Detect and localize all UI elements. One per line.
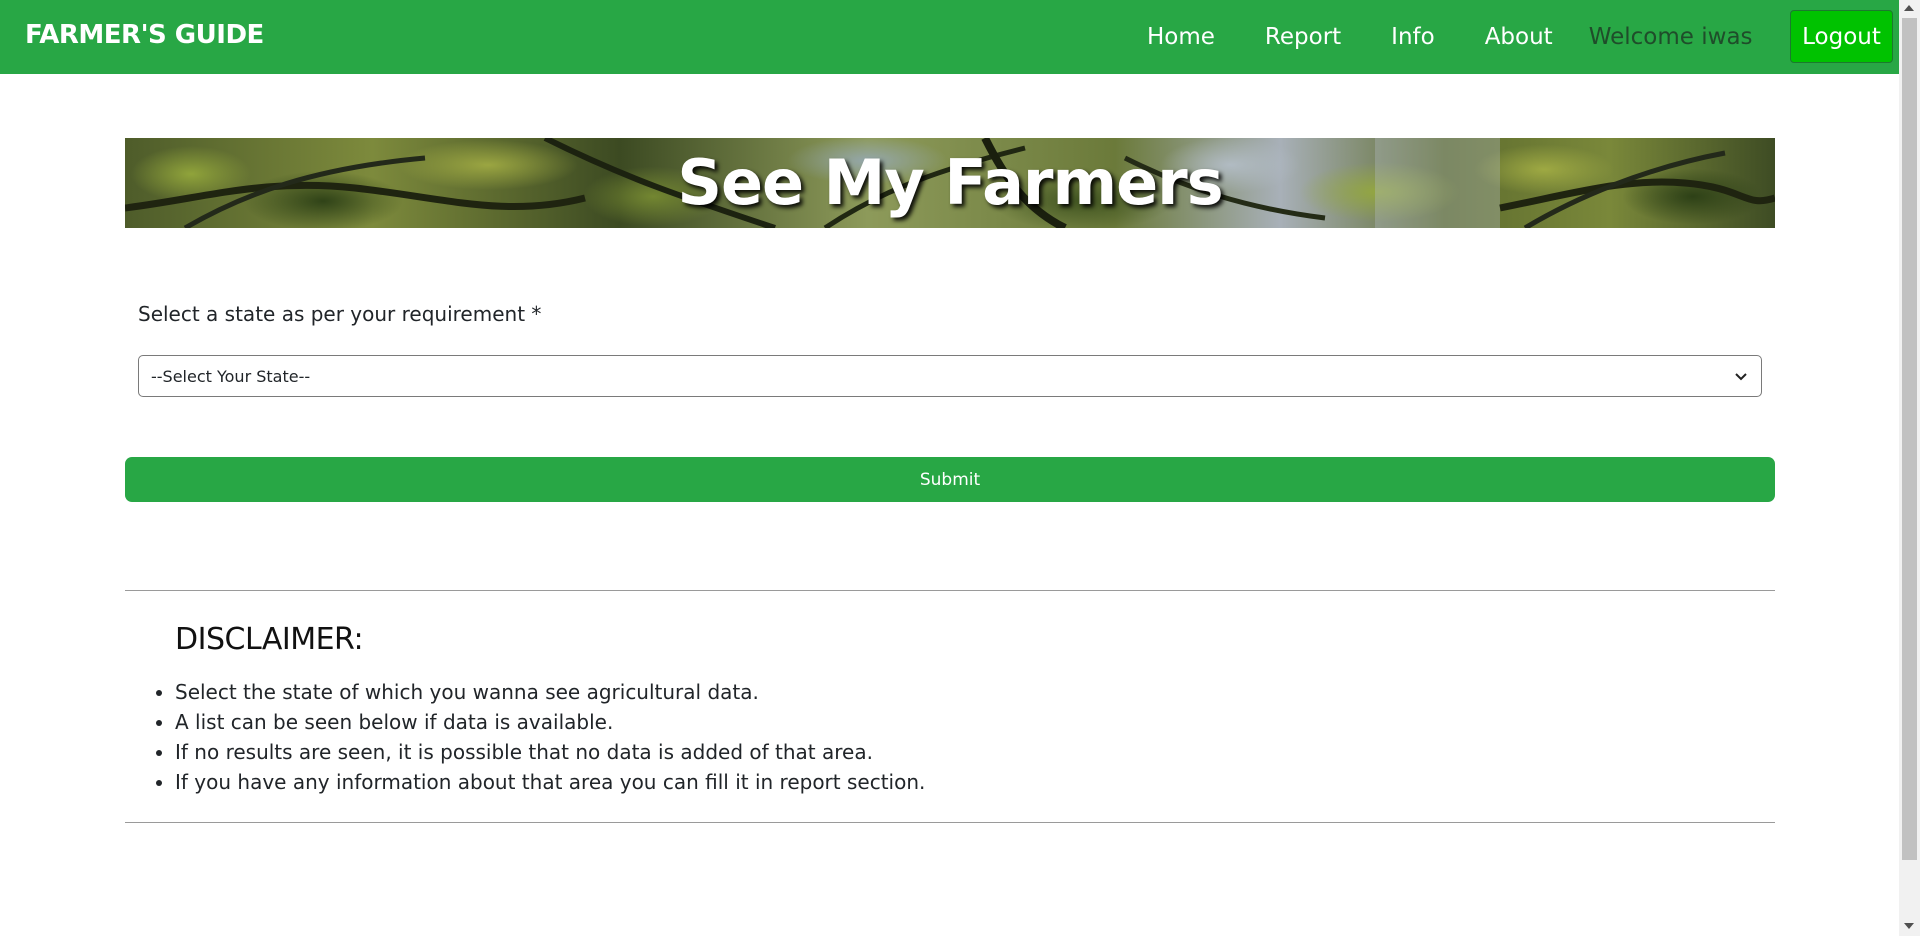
- nav-link-info[interactable]: Info: [1391, 22, 1435, 52]
- nav-links: Home Report Info About Welcome iwas: [1147, 22, 1753, 52]
- brand-logo[interactable]: FARMER'S GUIDE: [25, 20, 264, 50]
- state-select[interactable]: --Select Your State--: [138, 355, 1762, 397]
- page-banner: See My Farmers: [125, 138, 1775, 228]
- divider-bottom: [125, 822, 1775, 823]
- page: FARMER'S GUIDE Home Report Info About We…: [0, 0, 1899, 936]
- submit-button[interactable]: Submit: [125, 457, 1775, 502]
- disclaimer-title: DISCLAIMER:: [175, 622, 364, 657]
- navbar: FARMER'S GUIDE Home Report Info About We…: [0, 0, 1899, 74]
- nav-link-report[interactable]: Report: [1265, 22, 1341, 52]
- welcome-text: Welcome iwas: [1588, 24, 1753, 50]
- scroll-up-arrow-icon[interactable]: [1904, 5, 1914, 11]
- nav-link-home[interactable]: Home: [1147, 22, 1215, 52]
- disclaimer-item: A list can be seen below if data is avai…: [175, 707, 925, 737]
- disclaimer-item: If you have any information about that a…: [175, 767, 925, 797]
- disclaimer-item: If no results are seen, it is possible t…: [175, 737, 925, 767]
- logout-button[interactable]: Logout: [1790, 10, 1893, 63]
- chevron-down-icon: [1735, 373, 1747, 381]
- state-select-label: Select a state as per your requirement *: [138, 302, 542, 326]
- disclaimer-item: Select the state of which you wanna see …: [175, 677, 925, 707]
- scrollbar-thumb[interactable]: [1902, 18, 1917, 860]
- state-select-value: --Select Your State--: [151, 366, 311, 386]
- nav-link-about[interactable]: About: [1485, 22, 1553, 52]
- disclaimer-list: Select the state of which you wanna see …: [135, 677, 925, 797]
- page-title: See My Farmers: [677, 146, 1223, 219]
- divider-top: [125, 590, 1775, 591]
- scroll-down-arrow-icon[interactable]: [1904, 923, 1914, 929]
- vertical-scrollbar[interactable]: [1899, 0, 1920, 936]
